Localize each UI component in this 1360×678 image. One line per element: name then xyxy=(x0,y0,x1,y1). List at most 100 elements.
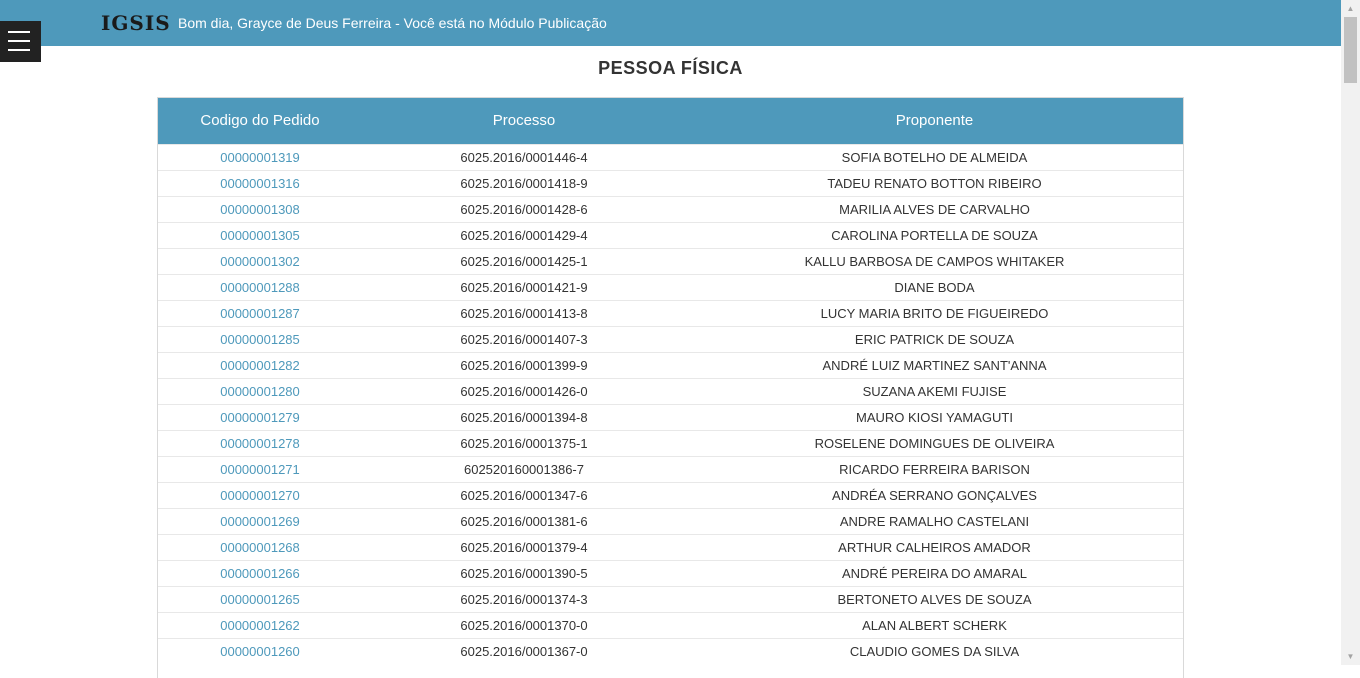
table-row: 00000001319 6025.2016/0001446-4 SOFIA BOTE… xyxy=(158,143,1183,170)
codigo-pedido-link[interactable]: 00000001316 xyxy=(220,176,300,191)
codigo-pedido-link[interactable]: 00000001269 xyxy=(220,514,300,529)
table-row: 00000001308 6025.2016/0001428-6 MARILIA AL… xyxy=(158,195,1183,222)
proponente-cell: SOFIA BOTELHO DE ALMEIDA xyxy=(686,143,1183,170)
codigo-pedido-link[interactable]: 00000001305 xyxy=(220,228,300,243)
processo-cell: 6025.2016/0001429-4 xyxy=(362,221,686,248)
table-row: 00000001271 602520160001386-7 RICARDO FERR… xyxy=(158,455,1183,482)
vertical-scrollbar[interactable]: ▲ ▼ xyxy=(1341,0,1360,665)
codigo-cell: 00000001268 xyxy=(158,533,362,560)
processo-cell: 6025.2016/0001413-8 xyxy=(362,299,686,326)
hamburger-menu-button[interactable] xyxy=(0,21,41,62)
codigo-pedido-link[interactable]: 00000001285 xyxy=(220,332,300,347)
codigo-pedido-link[interactable]: 00000001282 xyxy=(220,358,300,373)
codigo-cell: 00000001285 xyxy=(158,325,362,352)
codigo-pedido-link[interactable]: 00000001270 xyxy=(220,488,300,503)
proponente-cell: BERTONETO ALVES DE SOUZA xyxy=(686,585,1183,612)
proponente-cell: KALLU BARBOSA DE CAMPOS WHITAKER xyxy=(686,247,1183,274)
top-navbar: IGSIS Bom dia, Grayce de Deus Ferreira -… xyxy=(0,0,1341,46)
greeting-text: Bom dia, Grayce de Deus Ferreira - Você … xyxy=(178,15,607,31)
codigo-cell: 00000001260 xyxy=(158,637,362,664)
proponente-cell: DIANE BODA xyxy=(686,273,1183,300)
codigo-cell: 00000001305 xyxy=(158,221,362,248)
codigo-pedido-link[interactable]: 00000001265 xyxy=(220,592,300,607)
codigo-pedido-link[interactable]: 00000001268 xyxy=(220,540,300,555)
proponente-cell: ANDRÉA SERRANO GONÇALVES xyxy=(686,481,1183,508)
processo-cell: 6025.2016/0001379-4 xyxy=(362,533,686,560)
processo-cell: 6025.2016/0001347-6 xyxy=(362,481,686,508)
table-row: 00000001282 6025.2016/0001399-9 ANDRÉ LUIZ… xyxy=(158,351,1183,378)
codigo-pedido-link[interactable]: 00000001308 xyxy=(220,202,300,217)
processo-cell: 6025.2016/0001399-9 xyxy=(362,351,686,378)
proponente-cell: ANDRÉ PEREIRA DO AMARAL xyxy=(686,559,1183,586)
codigo-cell: 00000001271 xyxy=(158,455,362,482)
codigo-pedido-link[interactable]: 00000001280 xyxy=(220,384,300,399)
table-row: 00000001279 6025.2016/0001394-8 MAURO KIOS… xyxy=(158,403,1183,430)
scroll-up-arrow-icon[interactable]: ▲ xyxy=(1341,0,1360,17)
table-row: 00000001265 6025.2016/0001374-3 BERTONETO … xyxy=(158,585,1183,612)
table-row: 00000001262 6025.2016/0001370-0 ALAN ALBER… xyxy=(158,611,1183,638)
table-row: 00000001288 6025.2016/0001421-9 DIANE BODA xyxy=(158,273,1183,300)
codigo-cell: 00000001288 xyxy=(158,273,362,300)
codigo-cell: 00000001269 xyxy=(158,507,362,534)
table-row: 00000001260 6025.2016/0001367-0 CLAUDIO GO… xyxy=(158,637,1183,664)
table-row: 00000001266 6025.2016/0001390-5 ANDRÉ PERE… xyxy=(158,559,1183,586)
column-header-proponente: Proponente xyxy=(895,112,974,130)
codigo-pedido-link[interactable]: 00000001302 xyxy=(220,254,300,269)
codigo-cell: 00000001282 xyxy=(158,351,362,378)
codigo-cell: 00000001280 xyxy=(158,377,362,404)
proponente-cell: TADEU RENATO BOTTON RIBEIRO xyxy=(686,169,1183,196)
codigo-pedido-link[interactable]: 00000001260 xyxy=(220,644,300,659)
codigo-pedido-link[interactable]: 00000001319 xyxy=(220,150,300,165)
processo-cell: 6025.2016/0001446-4 xyxy=(362,143,686,170)
hamburger-menu-icon xyxy=(8,31,30,33)
table-row: 00000001280 6025.2016/0001426-0 SUZANA AKE… xyxy=(158,377,1183,404)
table-row: 00000001287 6025.2016/0001413-8 LUCY MARIA… xyxy=(158,299,1183,326)
processo-cell: 6025.2016/0001421-9 xyxy=(362,273,686,300)
table-header-row: Codigo do Pedido Processo Proponente xyxy=(158,98,1183,144)
codigo-pedido-link[interactable]: 00000001262 xyxy=(220,618,300,633)
processo-cell: 602520160001386-7 xyxy=(362,455,686,482)
scrollbar-thumb[interactable] xyxy=(1344,17,1357,83)
codigo-cell: 00000001266 xyxy=(158,559,362,586)
proponente-cell: RICARDO FERREIRA BARISON xyxy=(686,455,1183,482)
processo-cell: 6025.2016/0001428-6 xyxy=(362,195,686,222)
proponente-cell: CAROLINA PORTELLA DE SOUZA xyxy=(686,221,1183,248)
table-row: 00000001302 6025.2016/0001425-1 KALLU BARB… xyxy=(158,247,1183,274)
codigo-pedido-link[interactable]: 00000001271 xyxy=(220,462,300,477)
processo-cell: 6025.2016/0001381-6 xyxy=(362,507,686,534)
scroll-down-arrow-icon[interactable]: ▼ xyxy=(1341,648,1360,665)
processo-cell: 6025.2016/0001394-8 xyxy=(362,403,686,430)
app-logo[interactable]: IGSIS xyxy=(101,11,171,35)
table-row: 00000001268 6025.2016/0001379-4 ARTHUR CAL… xyxy=(158,533,1183,560)
proponente-cell: ARTHUR CALHEIROS AMADOR xyxy=(686,533,1183,560)
table-row: 00000001270 6025.2016/0001347-6 ANDRÉA SER… xyxy=(158,481,1183,508)
hamburger-menu-icon xyxy=(8,40,30,42)
processo-cell: 6025.2016/0001425-1 xyxy=(362,247,686,274)
proponente-cell: MARILIA ALVES DE CARVALHO xyxy=(686,195,1183,222)
codigo-cell: 00000001302 xyxy=(158,247,362,274)
column-header-codigo: Codigo do Pedido xyxy=(200,112,320,130)
processo-cell: 6025.2016/0001375-1 xyxy=(362,429,686,456)
processo-cell: 6025.2016/0001426-0 xyxy=(362,377,686,404)
table-row: 00000001285 6025.2016/0001407-3 ERIC PATRI… xyxy=(158,325,1183,352)
proponente-cell: ANDRE RAMALHO CASTELANI xyxy=(686,507,1183,534)
codigo-cell: 00000001265 xyxy=(158,585,362,612)
hamburger-menu-icon xyxy=(8,49,30,51)
column-header-processo: Processo xyxy=(492,112,556,130)
proponente-cell: ALAN ALBERT SCHERK xyxy=(686,611,1183,638)
table-row: 00000001278 6025.2016/0001375-1 ROSELENE D… xyxy=(158,429,1183,456)
codigo-cell: 00000001319 xyxy=(158,143,362,170)
codigo-pedido-link[interactable]: 00000001287 xyxy=(220,306,300,321)
pedidos-table: Codigo do Pedido Processo Proponente 000… xyxy=(158,98,1183,664)
proponente-cell: LUCY MARIA BRITO DE FIGUEIREDO xyxy=(686,299,1183,326)
proponente-cell: ROSELENE DOMINGUES DE OLIVEIRA xyxy=(686,429,1183,456)
codigo-pedido-link[interactable]: 00000001278 xyxy=(220,436,300,451)
processo-cell: 6025.2016/0001374-3 xyxy=(362,585,686,612)
codigo-pedido-link[interactable]: 00000001266 xyxy=(220,566,300,581)
processo-cell: 6025.2016/0001367-0 xyxy=(362,637,686,664)
processo-cell: 6025.2016/0001418-9 xyxy=(362,169,686,196)
pedidos-table-container: Codigo do Pedido Processo Proponente 000… xyxy=(157,97,1184,678)
codigo-pedido-link[interactable]: 00000001279 xyxy=(220,410,300,425)
processo-cell: 6025.2016/0001370-0 xyxy=(362,611,686,638)
codigo-pedido-link[interactable]: 00000001288 xyxy=(220,280,300,295)
